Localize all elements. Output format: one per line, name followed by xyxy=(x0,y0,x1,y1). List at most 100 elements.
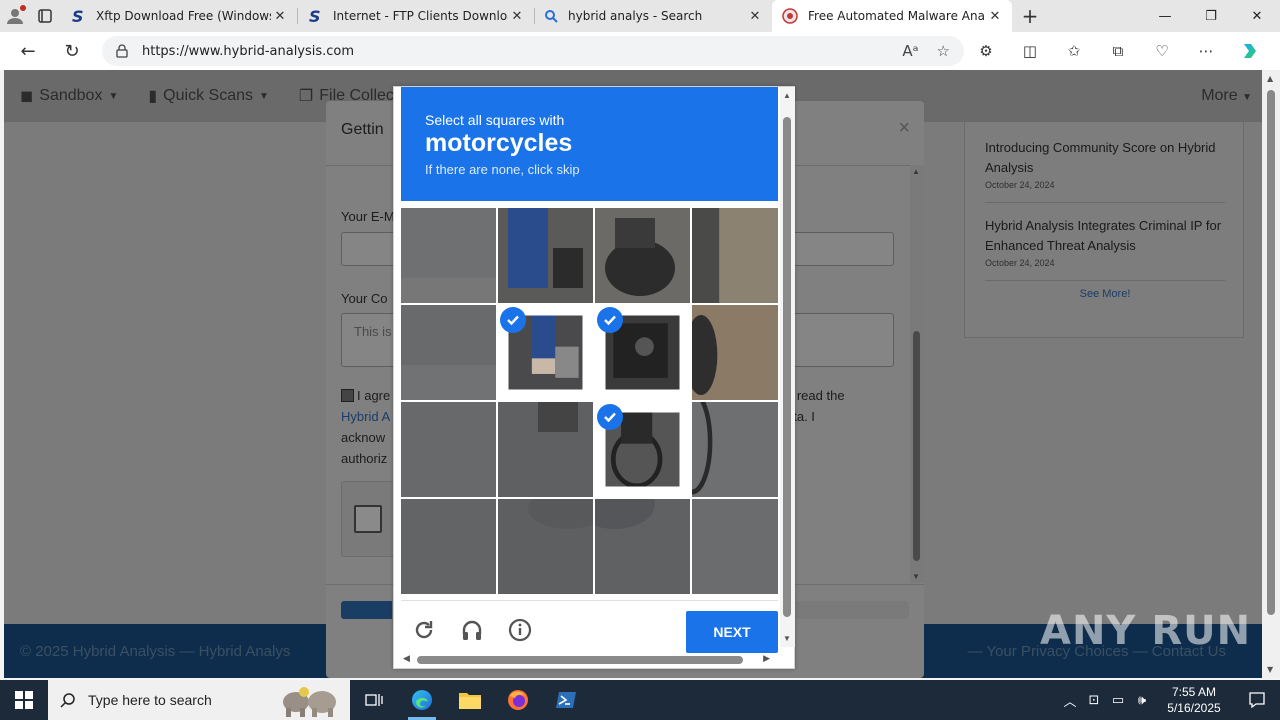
tab-xftp[interactable]: S Xftp Download Free (Windows) - ✕ xyxy=(60,0,297,32)
captcha-tile[interactable] xyxy=(595,305,690,400)
scroll-up-icon[interactable]: ▲ xyxy=(1267,74,1273,83)
network-device-icon[interactable]: ⊡ xyxy=(1082,693,1106,708)
news-title[interactable]: Hybrid Analysis Integrates Criminal IP f… xyxy=(985,216,1225,256)
news-title[interactable]: Introducing Community Score on Hybrid An… xyxy=(985,138,1225,178)
captcha-tile[interactable] xyxy=(692,305,778,400)
back-button[interactable]: ← xyxy=(6,32,50,70)
windows-logo-icon xyxy=(15,691,33,709)
scrollbar-thumb[interactable] xyxy=(1267,90,1275,615)
nav-sandbox[interactable]: ◼ Sandbox ▼ xyxy=(20,86,118,106)
volume-icon[interactable]: 🕪 xyxy=(1130,693,1154,708)
agree-checkbox[interactable] xyxy=(341,389,354,402)
taskbar-search[interactable]: Type here to search xyxy=(48,680,350,720)
nav-quick-scans[interactable]: ▮ Quick Scans ▼ xyxy=(148,86,269,106)
captcha-hscrollbar[interactable]: ◀ ▶ xyxy=(401,653,778,667)
reload-icon[interactable] xyxy=(411,617,437,643)
extensions-button[interactable]: ⚙ xyxy=(964,32,1008,70)
scroll-down-icon[interactable]: ▼ xyxy=(783,634,791,643)
recaptcha-checkbox[interactable] xyxy=(354,505,382,533)
tab-ftp-clients[interactable]: S Internet - FTP Clients Downloads ✕ xyxy=(297,0,534,32)
scroll-right-icon[interactable]: ▶ xyxy=(763,653,770,664)
scrollbar-thumb[interactable] xyxy=(783,117,791,617)
captcha-hint: If there are none, click skip xyxy=(425,162,580,177)
scrollbar-thumb[interactable] xyxy=(417,656,743,664)
tab-title: Free Automated Malware Analysi xyxy=(808,9,986,23)
network-icon[interactable]: ▭ xyxy=(1106,693,1130,708)
scroll-up-icon[interactable]: ▲ xyxy=(912,167,920,176)
captcha-tile[interactable] xyxy=(498,402,593,497)
clock[interactable]: 7:55 AM 5/16/2025 xyxy=(1154,684,1234,716)
captcha-tile[interactable] xyxy=(595,402,690,497)
captcha-tile-image xyxy=(401,402,496,497)
captcha-tile[interactable] xyxy=(692,499,778,594)
captcha-tile[interactable] xyxy=(595,499,690,594)
terms-link[interactable]: Hybrid A xyxy=(341,409,390,424)
restore-button[interactable]: ❐ xyxy=(1188,0,1234,32)
minimize-button[interactable]: — xyxy=(1142,0,1188,32)
copilot-button[interactable] xyxy=(1228,32,1272,70)
taskbar-firefox[interactable] xyxy=(494,680,542,720)
tab-search[interactable]: hybrid analys - Search ✕ xyxy=(534,0,772,32)
window-controls: — ❐ ✕ xyxy=(1142,0,1280,32)
tab-actions-button[interactable] xyxy=(30,0,60,32)
taskbar-edge[interactable] xyxy=(398,680,446,720)
captcha-tile[interactable] xyxy=(401,402,496,497)
captcha-tile[interactable] xyxy=(595,208,690,303)
captcha-tile[interactable] xyxy=(498,499,593,594)
captcha-tile[interactable] xyxy=(498,208,593,303)
tab-title: Xftp Download Free (Windows) - xyxy=(96,9,271,23)
see-more-link[interactable]: See More! xyxy=(965,288,1245,300)
nav-more[interactable]: More ▼ xyxy=(1201,87,1252,105)
close-tab-icon[interactable]: ✕ xyxy=(508,7,526,25)
close-tab-icon[interactable]: ✕ xyxy=(271,7,289,25)
copy-icon: ❐ xyxy=(298,88,314,105)
captcha-tile[interactable] xyxy=(401,499,496,594)
split-screen-button[interactable]: ◫ xyxy=(1008,32,1052,70)
news-item[interactable]: Introducing Community Score on Hybrid An… xyxy=(985,138,1225,190)
captcha-tile[interactable] xyxy=(692,208,778,303)
audio-icon[interactable] xyxy=(459,617,485,643)
favorite-star-icon[interactable]: ☆ xyxy=(937,42,950,60)
page-scrollbar[interactable]: ▲ ▼ xyxy=(1262,70,1280,678)
address-bar[interactable]: https://www.hybrid-analysis.com A͏ᵃ ☆ xyxy=(102,36,964,66)
tab-hybrid-analysis[interactable]: Free Automated Malware Analysi ✕ xyxy=(772,0,1012,32)
browser-essentials-button[interactable]: ♡ xyxy=(1140,32,1184,70)
scroll-down-icon[interactable]: ▼ xyxy=(912,572,920,581)
scroll-left-icon[interactable]: ◀ xyxy=(403,653,410,664)
captcha-tile[interactable] xyxy=(401,305,496,400)
news-date: October 24, 2024 xyxy=(985,180,1055,190)
close-window-button[interactable]: ✕ xyxy=(1234,0,1280,32)
favorites-button[interactable]: ✩ xyxy=(1052,32,1096,70)
scrollbar-thumb[interactable] xyxy=(913,331,920,561)
news-item[interactable]: Hybrid Analysis Integrates Criminal IP f… xyxy=(985,216,1225,268)
task-view-button[interactable] xyxy=(350,680,398,720)
modal-close-icon[interactable]: × xyxy=(898,117,910,140)
next-button[interactable]: NEXT xyxy=(686,611,778,653)
captcha-scrollbar[interactable]: ▲ ▼ xyxy=(780,87,795,647)
settings-menu-button[interactable]: ⋯ xyxy=(1184,32,1228,70)
new-tab-button[interactable]: + xyxy=(1012,0,1048,32)
info-icon[interactable] xyxy=(507,617,533,643)
scroll-up-icon[interactable]: ▲ xyxy=(783,91,791,100)
captcha-tile[interactable] xyxy=(401,208,496,303)
tab-title: hybrid analys - Search xyxy=(568,9,703,23)
collections-button[interactable]: ⧉ xyxy=(1096,32,1140,70)
chevron-up-icon[interactable]: ︿ xyxy=(1058,691,1082,710)
captcha-tile[interactable] xyxy=(692,402,778,497)
refresh-button[interactable]: ↻ xyxy=(50,32,94,70)
modal-scrollbar[interactable]: ▲ ▼ xyxy=(910,165,924,583)
profile-button[interactable] xyxy=(0,0,30,32)
start-button[interactable] xyxy=(0,680,48,720)
taskbar-file-explorer[interactable] xyxy=(446,680,494,720)
close-tab-icon[interactable]: ✕ xyxy=(746,7,764,25)
notification-center-button[interactable] xyxy=(1234,691,1280,709)
close-tab-icon[interactable]: ✕ xyxy=(986,7,1004,25)
firefox-icon xyxy=(508,690,528,710)
puzzle-icon: ⚙ xyxy=(979,42,993,60)
copilot-icon xyxy=(1244,44,1256,58)
taskbar: Type here to search ︿ ⊡ ▭ 🕪 7:55 AM 5/16… xyxy=(0,680,1280,720)
scroll-down-icon[interactable]: ▼ xyxy=(1267,665,1273,674)
read-aloud-icon[interactable]: A͏ᵃ xyxy=(902,42,918,60)
taskbar-powershell[interactable] xyxy=(542,680,590,720)
captcha-tile[interactable] xyxy=(498,305,593,400)
